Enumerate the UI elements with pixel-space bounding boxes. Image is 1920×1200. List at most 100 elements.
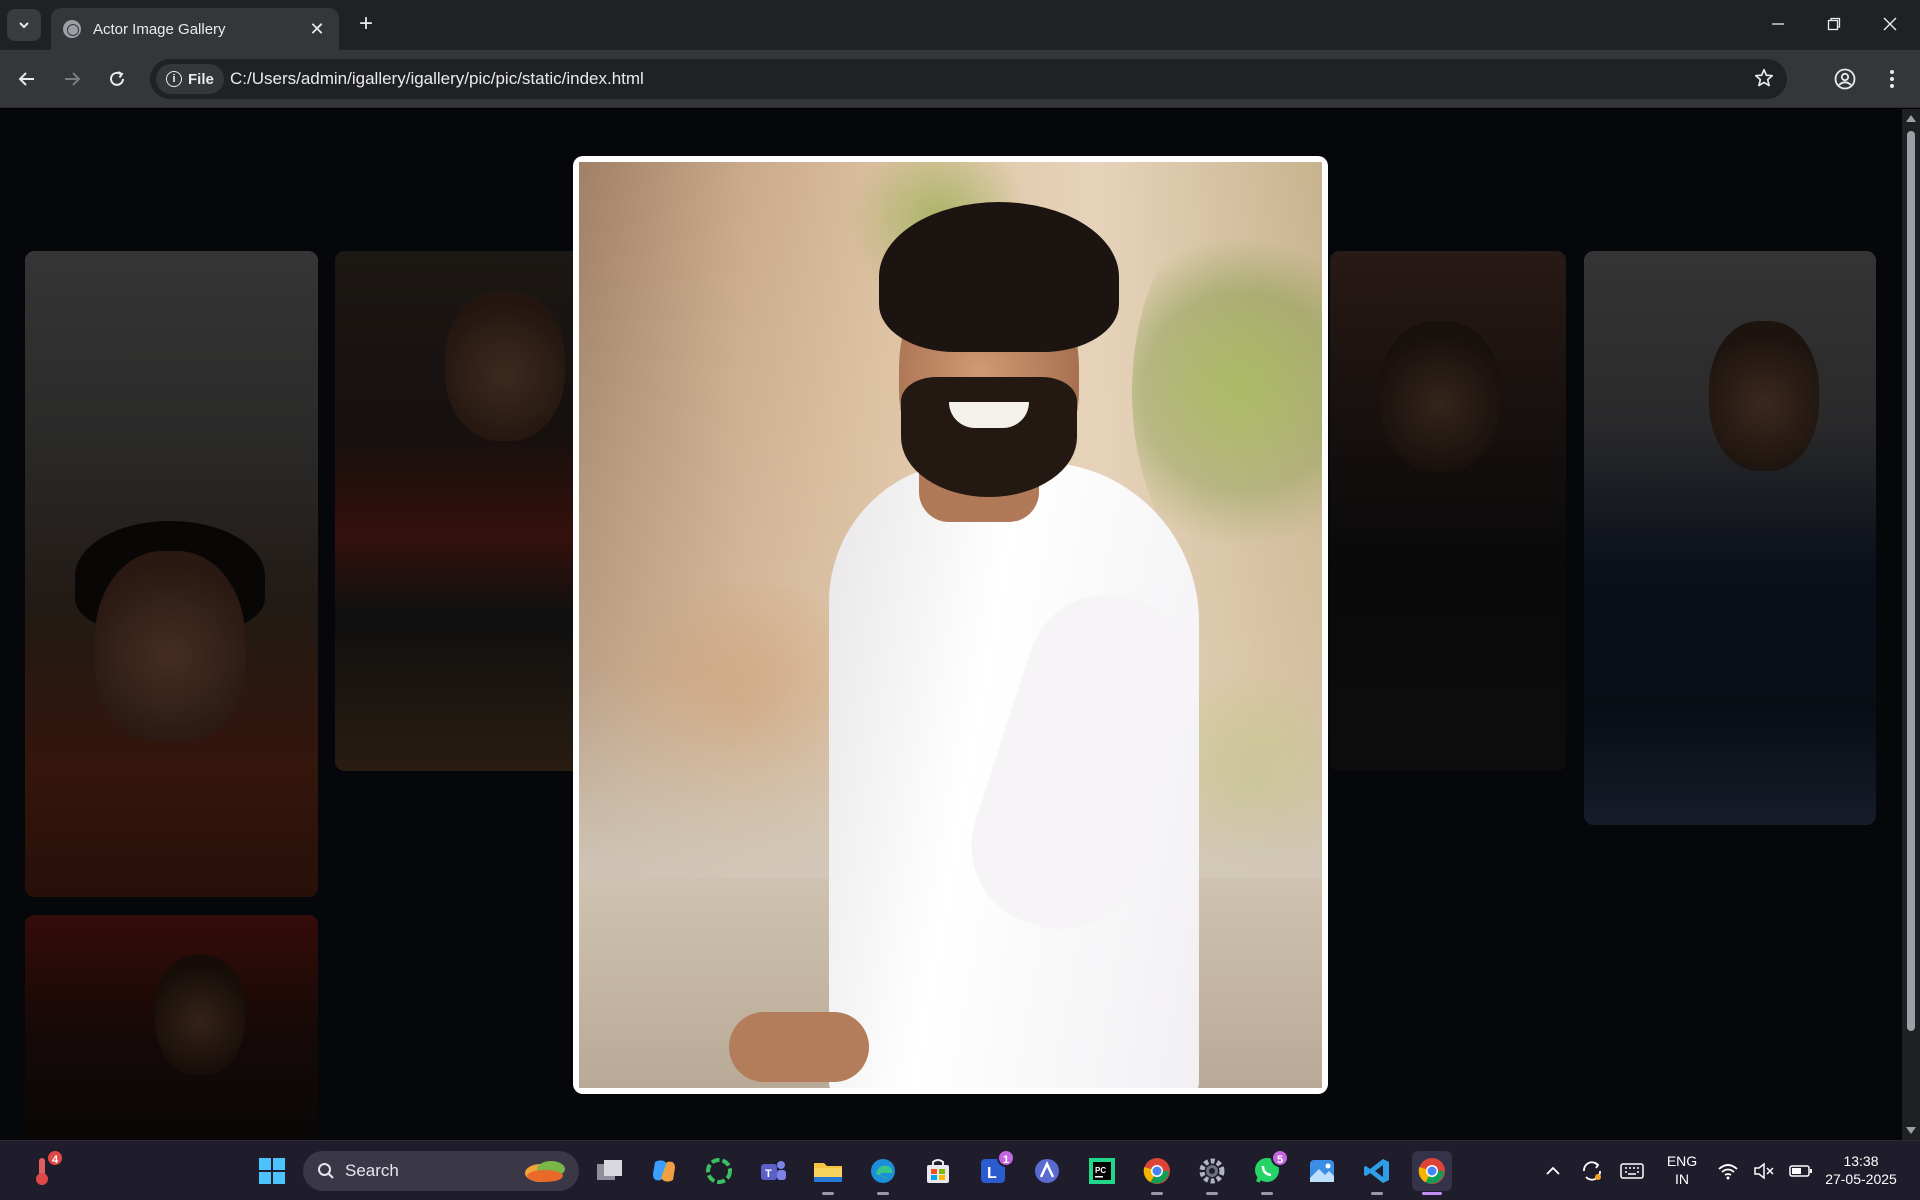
search-placeholder: Search <box>345 1161 399 1180</box>
forward-button[interactable] <box>55 62 89 96</box>
search-icon <box>318 1163 334 1179</box>
reload-icon <box>110 71 124 86</box>
profile-icon <box>1834 68 1856 90</box>
close-tab-button[interactable]: ✕ <box>307 19 327 40</box>
vscode-icon <box>1364 1159 1389 1183</box>
gallery-thumbnail[interactable] <box>1330 251 1566 771</box>
scroll-down-arrow-icon[interactable] <box>1906 1127 1916 1134</box>
gallery-thumbnail[interactable] <box>25 251 318 897</box>
info-icon: i <box>166 71 182 87</box>
keyboard-tray-button[interactable] <box>1612 1151 1652 1191</box>
tab-actor-image-gallery[interactable]: Actor Image Gallery ✕ <box>51 8 339 50</box>
chrome-icon <box>1418 1158 1445 1184</box>
tab-title: Actor Image Gallery <box>93 20 226 38</box>
tab-search-button[interactable] <box>7 9 41 41</box>
lightbox-image[interactable] <box>579 162 1322 1088</box>
arc-app-button[interactable] <box>1027 1151 1067 1191</box>
chevron-down-icon <box>19 22 29 29</box>
teams-button[interactable]: T <box>753 1151 793 1191</box>
taskbar-search[interactable]: Search <box>303 1151 579 1191</box>
sync-tray-button[interactable] <box>1572 1151 1612 1191</box>
l-app-button[interactable]: L 1 <box>973 1149 1015 1191</box>
circle-app-icon <box>706 1158 732 1184</box>
photo-detail <box>879 202 1119 352</box>
close-icon <box>1883 17 1897 31</box>
site-info-label: File <box>188 70 214 88</box>
chrome-active-button[interactable] <box>1412 1151 1452 1195</box>
lightbox[interactable] <box>573 156 1328 1094</box>
edge-button[interactable] <box>863 1151 903 1195</box>
show-hidden-icons-button[interactable] <box>1533 1151 1573 1191</box>
task-view-button[interactable] <box>590 1151 630 1191</box>
bookmark-star-icon[interactable] <box>1753 67 1775 94</box>
photos-button[interactable] <box>1302 1151 1342 1191</box>
restore-button[interactable] <box>1806 0 1862 48</box>
store-icon <box>927 1159 949 1183</box>
photo-detail <box>729 1012 869 1082</box>
chrome-button[interactable] <box>1137 1151 1177 1195</box>
dim-overlay <box>1584 251 1876 825</box>
dim-overlay <box>25 251 318 897</box>
start-button[interactable] <box>252 1151 292 1191</box>
menu-button[interactable] <box>1875 62 1909 96</box>
triangle-app-icon <box>1035 1159 1059 1183</box>
close-window-button[interactable] <box>1862 0 1918 48</box>
dim-overlay <box>335 251 580 771</box>
arrow-left-icon <box>18 72 34 86</box>
url-text[interactable]: C:/Users/admin/igallery/igallery/pic/pic… <box>230 69 644 89</box>
gear-icon <box>1199 1158 1225 1184</box>
vertical-scrollbar[interactable] <box>1902 109 1920 1140</box>
task-view-icon <box>597 1160 622 1180</box>
file-explorer-button[interactable] <box>808 1151 848 1195</box>
pycharm-icon: PC <box>1089 1158 1115 1184</box>
gallery-thumbnail[interactable] <box>25 915 318 1140</box>
copilot-button[interactable] <box>644 1151 684 1191</box>
store-button[interactable] <box>918 1151 958 1191</box>
copilot-icon <box>653 1160 675 1182</box>
vscode-button[interactable] <box>1357 1151 1397 1195</box>
svg-text:PC: PC <box>1095 1166 1106 1175</box>
site-info-chip[interactable]: i File <box>156 64 224 94</box>
globe-icon <box>63 20 81 38</box>
dim-overlay <box>25 915 318 1140</box>
more-vertical-icon <box>1890 70 1894 88</box>
address-bar[interactable]: i File C:/Users/admin/igallery/igallery/… <box>150 59 1787 99</box>
scrollbar-thumb[interactable] <box>1907 131 1915 1031</box>
folder-icon <box>814 1163 842 1182</box>
search-highlight-icon <box>525 1161 565 1182</box>
minimize-icon <box>1772 23 1784 25</box>
notification-badge: 5 <box>1271 1149 1289 1167</box>
dim-overlay <box>1330 251 1566 771</box>
weather-badge: 4 <box>46 1149 64 1167</box>
reload-button[interactable] <box>100 62 134 96</box>
sync-icon <box>1583 1161 1601 1181</box>
language-line2: IN <box>1675 1171 1689 1187</box>
photo-detail <box>901 377 1077 497</box>
battery-icon <box>1789 1165 1812 1177</box>
profile-button[interactable] <box>1828 62 1862 96</box>
gallery-thumbnail[interactable] <box>335 251 580 771</box>
settings-button[interactable] <box>1192 1151 1232 1195</box>
clock[interactable]: 13:38 27-05-2025 <box>1815 1152 1907 1188</box>
minimize-button[interactable] <box>1750 0 1806 48</box>
arrow-right-icon <box>65 72 81 86</box>
language-indicator[interactable]: ENG IN <box>1657 1152 1707 1188</box>
scroll-up-arrow-icon[interactable] <box>1906 115 1916 122</box>
chrome-icon <box>1143 1158 1170 1184</box>
edge-icon <box>871 1159 895 1183</box>
teams-icon: T <box>761 1161 786 1180</box>
speaker-muted-icon <box>1754 1162 1774 1180</box>
new-tab-button[interactable]: + <box>352 10 380 38</box>
clock-time: 13:38 <box>1843 1153 1879 1169</box>
quick-settings-button[interactable] <box>1710 1151 1820 1191</box>
browser-toolbar: i File C:/Users/admin/igallery/igallery/… <box>0 50 1920 108</box>
wifi-icon <box>1718 1164 1738 1180</box>
weather-widget[interactable]: 4 <box>22 1149 64 1191</box>
pycharm-button[interactable]: PC <box>1082 1151 1122 1191</box>
back-button[interactable] <box>10 62 44 96</box>
gallery-thumbnail[interactable] <box>1584 251 1876 825</box>
windows-icon <box>259 1158 285 1184</box>
chevron-up-icon <box>1546 1166 1560 1175</box>
whatsapp-button[interactable]: 5 <box>1247 1149 1289 1195</box>
app-circle-button[interactable] <box>699 1151 739 1191</box>
